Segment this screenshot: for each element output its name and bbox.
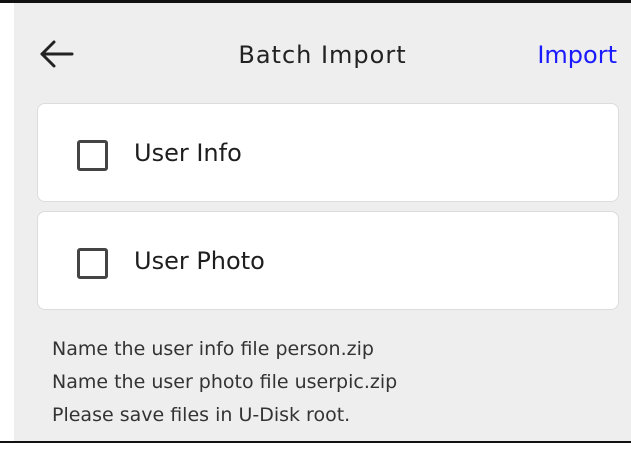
batch-import-screen: Batch Import Import User Info User Photo… <box>14 3 631 441</box>
user-photo-option[interactable]: User Photo <box>37 211 619 310</box>
instruction-line: Name the user info file person.zip <box>52 338 374 360</box>
user-photo-checkbox[interactable] <box>77 248 108 279</box>
instruction-line: Name the user photo file userpic.zip <box>52 371 398 393</box>
instructions: Name the user info file person.zip Name … <box>52 333 612 432</box>
user-photo-label: User Photo <box>134 247 265 275</box>
instruction-line: Please save files in U-Disk root. <box>52 404 351 426</box>
bottom-border <box>0 441 631 443</box>
user-info-option[interactable]: User Info <box>37 103 619 202</box>
import-button[interactable]: Import <box>537 39 617 71</box>
user-info-label: User Info <box>134 139 242 167</box>
header: Batch Import Import <box>14 3 631 101</box>
user-info-checkbox[interactable] <box>77 140 108 171</box>
